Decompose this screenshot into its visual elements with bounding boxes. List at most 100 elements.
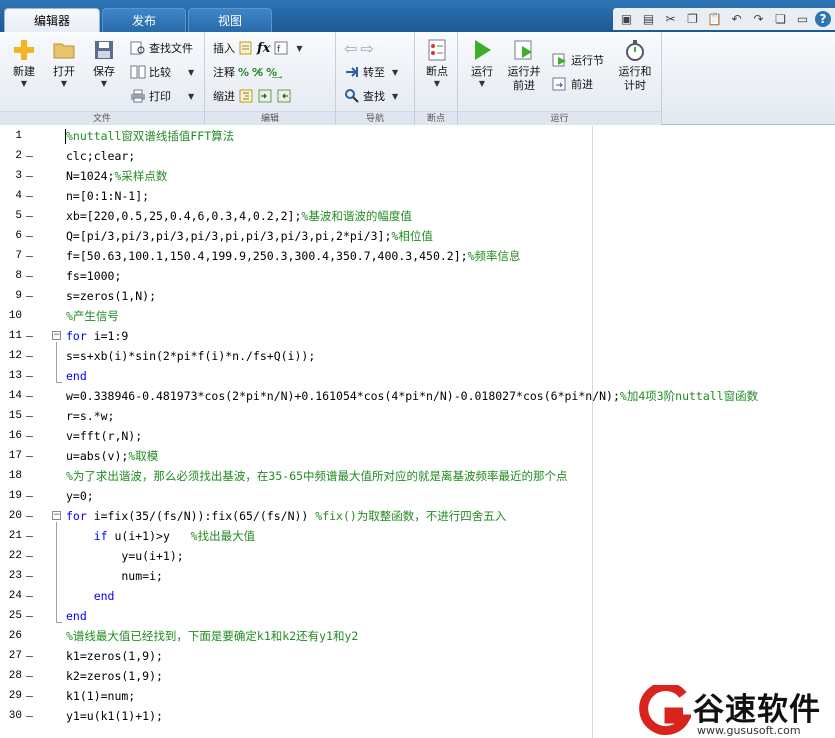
breakpoint-marker[interactable]: — [26,286,33,306]
code-token: num=i; [66,569,163,583]
breakpoints-button[interactable]: 断点 ▼ [417,38,457,89]
new-script-icon[interactable]: ▣ [617,10,636,28]
code-comment: %产生信号 [66,309,119,323]
code-line[interactable]: 7 — f=[50.63,100.1,150.4,199.9,250.3,300.4… [0,246,835,266]
code-line[interactable]: 15 — r=s.*w; [0,406,835,426]
tab-view[interactable]: 视图 [188,8,272,32]
breakpoint-marker[interactable]: — [26,486,33,506]
goto-button[interactable]: 转至 ▼ [344,62,398,82]
code-line[interactable]: 19 — y=0; [0,486,835,506]
find-files-button[interactable]: 查找文件 [130,38,193,58]
tab-editor[interactable]: 编辑器 [4,8,100,32]
help-icon[interactable]: ? [815,11,831,27]
find-button[interactable]: 查找 ▼ [344,86,398,106]
tab-publish[interactable]: 发布 [102,8,186,32]
breakpoint-marker[interactable]: — [26,386,33,406]
breakpoint-marker[interactable]: — [26,426,33,446]
watermark-logo: 谷速软件 www.gususoft.com [637,684,835,738]
save-button[interactable]: 保存 ▼ [84,38,124,89]
breakpoint-marker[interactable]: — [26,606,33,626]
breakpoint-marker[interactable]: — [26,146,33,166]
indent-button[interactable]: 缩进 [213,86,292,106]
code-line[interactable]: 2 — clc;clear; [0,146,835,166]
code-line[interactable]: 9 — s=zeros(1,N); [0,286,835,306]
code-line[interactable]: 11 — for i=1:9 [0,326,835,346]
fold-toggle-for-loop-1[interactable]: − [52,331,61,340]
breakpoint-marker[interactable]: — [26,646,33,666]
code-line[interactable]: 18 %为了求出谐波，那么必须找出基波，在35-65中频谱最大值所对应的就是离基波… [0,466,835,486]
code-line[interactable]: 25 — end [0,606,835,626]
code-line[interactable]: 8 — fs=1000; [0,266,835,286]
breakpoint-marker[interactable]: — [26,246,33,266]
paste-icon[interactable]: 📋 [705,10,724,28]
code-line[interactable]: 10 %产生信号 [0,306,835,326]
decrease-indent-icon[interactable] [276,88,292,104]
save-icon[interactable]: ▤ [639,10,658,28]
breakpoint-marker[interactable]: — [26,326,33,346]
breakpoint-marker[interactable]: — [26,206,33,226]
breakpoint-marker[interactable]: — [26,526,33,546]
code-line[interactable]: 24 — end [0,586,835,606]
code-line[interactable]: 12 — s=s+xb(i)*sin(2*pi*f(i)*n./fs+Q(i)); [0,346,835,366]
breakpoint-marker[interactable]: — [26,506,33,526]
code-line[interactable]: 20 — for i=fix(35/(fs/N)):fix(65/(fs/N)) %… [0,506,835,526]
uncomment-icon[interactable]: %̸ [252,66,263,79]
code-line[interactable]: 22 — y=u(i+1); [0,546,835,566]
breakpoint-marker[interactable]: — [26,566,33,586]
fold-toggle-for-loop-2[interactable]: − [52,511,61,520]
breakpoint-marker[interactable]: — [26,446,33,466]
print-button[interactable]: 打印 ▼ [130,86,194,106]
breakpoint-marker[interactable]: — [26,666,33,686]
advance-button[interactable]: 前进 [552,74,593,94]
code-line[interactable]: 3 — N=1024;%采样点数 [0,166,835,186]
breakpoint-marker[interactable]: — [26,366,33,386]
code-line[interactable]: 17 — u=abs(v);%取模 [0,446,835,466]
copy-icon[interactable]: ❐ [683,10,702,28]
breakpoint-marker[interactable]: — [26,686,33,706]
wrap-comment-icon[interactable]: %͢ [266,66,277,79]
smart-indent-icon[interactable] [238,88,254,104]
increase-indent-icon[interactable] [257,88,273,104]
code-editor[interactable]: 1 %nuttall窗双谱线插值FFT算法 2 — clc;clear; 3 — N=1024… [0,126,835,738]
back-arrow-icon[interactable]: ⇦ [344,39,357,58]
code-line[interactable]: 6 — Q=[pi/3,pi/3,pi/3,pi/3,pi,pi/3,pi/3,pi… [0,226,835,246]
run-button[interactable]: 运行 ▼ [462,38,502,89]
code-line[interactable]: 16 — v=fft(r,N); [0,426,835,446]
breakpoint-marker[interactable]: — [26,406,33,426]
code-line[interactable]: 23 — num=i; [0,566,835,586]
code-line[interactable]: 4 — n=[0:1:N-1]; [0,186,835,206]
undo-icon[interactable]: ↶ [727,10,746,28]
cut-icon[interactable]: ✂ [661,10,680,28]
breakpoint-marker[interactable]: — [26,166,33,186]
watermark-text: 谷速软件 [693,692,821,728]
run-section-button[interactable]: 运行节 [552,50,604,70]
redo-icon[interactable]: ↷ [749,10,768,28]
code-line[interactable]: 1 %nuttall窗双谱线插值FFT算法 [0,126,835,146]
run-and-time-button[interactable]: 运行和 计时 [614,38,656,93]
switch-windows-icon[interactable]: ❏ [771,10,790,28]
code-line[interactable]: 26 %谱线最大值已经找到，下面是要确定k1和k2还有y1和y2 [0,626,835,646]
insert-button[interactable]: 插入 fx f ▼ [213,38,303,58]
function-fx-icon[interactable]: fx [257,41,270,56]
code-line[interactable]: 13 — end [0,366,835,386]
code-line[interactable]: 5 — xb=[220,0.5,25,0.4,6,0.3,4,0.2,2];%基波和… [0,206,835,226]
forward-arrow-icon[interactable]: ⇨ [360,39,373,58]
open-button[interactable]: 打开 ▼ [44,38,84,89]
breakpoint-marker[interactable]: — [26,266,33,286]
new-button[interactable]: 新建 ▼ [4,38,44,89]
breakpoint-marker[interactable]: — [26,546,33,566]
layout-icon[interactable]: ▭ [793,10,812,28]
code-line[interactable]: 21 — if u(i+1)>y %找出最大值 [0,526,835,546]
code-line[interactable]: 14 — w=0.338946-0.481973*cos(2*pi*n/N)+0.1… [0,386,835,406]
run-and-advance-button[interactable]: 运行并 前进 [504,38,544,93]
compare-button[interactable]: 比较 ▼ [130,62,194,82]
breakpoint-marker[interactable]: — [26,706,33,726]
breakpoint-marker[interactable]: — [26,226,33,246]
breakpoint-marker[interactable]: — [26,586,33,606]
code-line[interactable]: 27 — k1=zeros(1,9); [0,646,835,666]
breakpoint-marker[interactable]: — [26,186,33,206]
code-line[interactable]: 28 — k2=zeros(1,9); [0,666,835,686]
breakpoint-marker[interactable]: — [26,346,33,366]
comment-percent-icon[interactable]: % [238,66,249,79]
comment-button[interactable]: 注释 % %̸ %͢ [213,62,277,82]
